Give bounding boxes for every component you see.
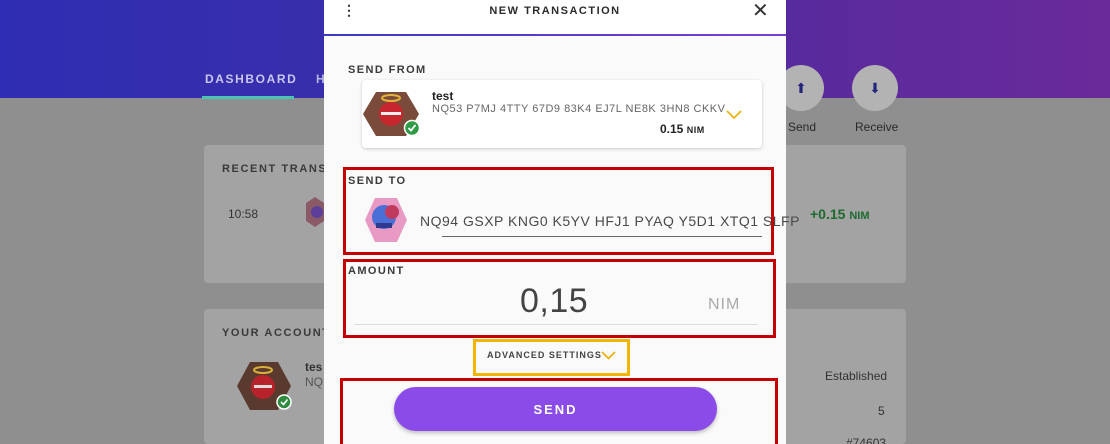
count-value: 5 [878, 404, 885, 418]
send-from-label: SEND FROM [348, 64, 427, 76]
tab-dashboard[interactable]: DASHBOARD [205, 72, 297, 86]
transaction-time: 10:58 [228, 207, 259, 221]
receive-action-button[interactable]: ⬇ [852, 65, 898, 111]
sender-address: NQ53 P7MJ 4TTY 67D9 83K4 EJ7L NE8K 3HN8 … [432, 103, 726, 115]
amount-input-underline [354, 324, 758, 325]
amount-input[interactable]: 0,15 [520, 282, 588, 321]
recipient-avatar [365, 198, 407, 242]
send-action-label: Send [788, 120, 817, 134]
new-transaction-modal: ⋮ NEW TRANSACTION ✕ SEND FROM test NQ53 … [324, 0, 799, 444]
advanced-settings-toggle[interactable]: ADVANCED SETTINGS [487, 350, 602, 360]
sender-balance: 0.15 NIM [660, 122, 705, 136]
account-avatar [237, 362, 292, 410]
chevron-down-icon[interactable] [601, 351, 616, 360]
send-to-label: SEND TO [348, 175, 407, 187]
send-button[interactable]: SEND [394, 387, 717, 431]
close-icon[interactable]: ✕ [752, 0, 769, 22]
modal-title: NEW TRANSACTION [489, 5, 621, 17]
transaction-amount: +0.15 NIM [810, 206, 870, 222]
active-tab-indicator [202, 96, 294, 99]
account-address-partial: NQ [305, 375, 323, 389]
recipient-input-underline [442, 236, 762, 237]
amount-unit: NIM [708, 296, 741, 313]
your-accounts-title: YOUR ACCOUNT [222, 327, 331, 339]
recent-transactions-title: RECENT TRANSA [222, 163, 337, 175]
block-number: #74603 [846, 436, 887, 444]
chevron-down-icon[interactable] [726, 110, 742, 120]
recipient-address-input[interactable]: NQ94 GSXP KNG0 K5YV HFJ1 PYAQ Y5D1 XTQ1 … [420, 213, 800, 229]
arrow-up-icon: ⬆ [795, 79, 807, 96]
sender-avatar [363, 92, 421, 137]
receive-action-label: Receive [855, 120, 899, 134]
amount-label: AMOUNT [348, 265, 405, 277]
arrow-down-icon: ⬇ [869, 79, 881, 96]
account-name-partial: tes [305, 360, 323, 374]
sender-account-name: test [432, 89, 454, 103]
transaction-avatar [306, 197, 324, 227]
status-established: Established [825, 369, 888, 383]
